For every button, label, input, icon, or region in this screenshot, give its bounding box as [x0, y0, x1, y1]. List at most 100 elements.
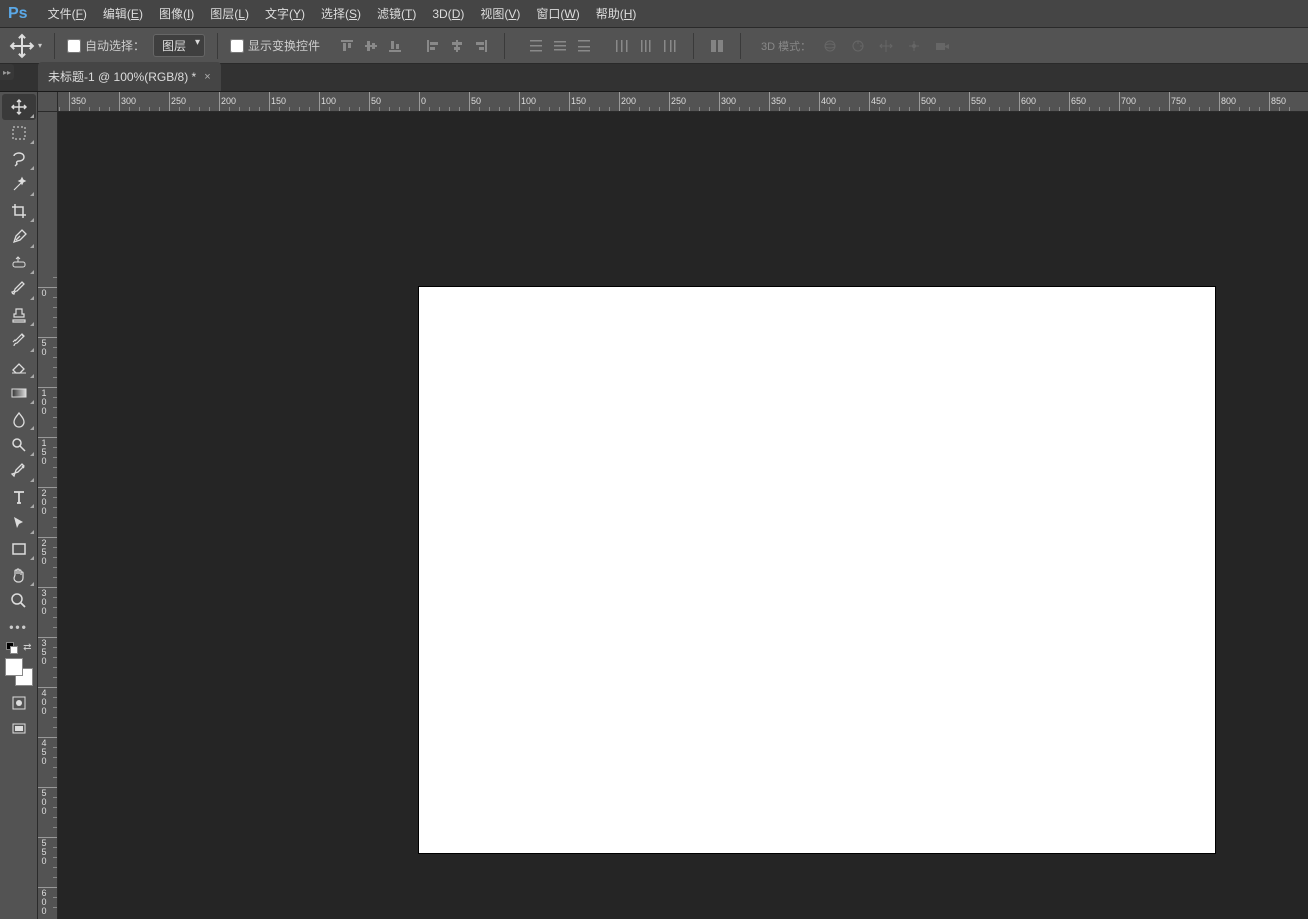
app-logo: Ps [8, 5, 28, 23]
align-vcenter-icon[interactable] [360, 35, 382, 57]
menu-e[interactable]: 编辑(E) [95, 0, 151, 28]
menu-s[interactable]: 选择(S) [313, 0, 369, 28]
threed-slide-icon[interactable] [903, 35, 925, 57]
tool-palette: ••• ⇄ [0, 92, 38, 919]
type-tool[interactable] [2, 484, 36, 510]
crop-tool[interactable] [2, 198, 36, 224]
vruler-label: 4 0 0 [40, 689, 48, 716]
align-top-icon[interactable] [336, 35, 358, 57]
hruler-label: 700 [1121, 96, 1136, 106]
distribute-vertical-group [525, 35, 595, 57]
vruler-label: 1 5 0 [40, 439, 48, 466]
eraser-tool[interactable] [2, 354, 36, 380]
panel-toggle-icon[interactable]: ▸▸ [0, 64, 14, 80]
dodge-tool[interactable] [2, 432, 36, 458]
menu-h[interactable]: 帮助(H) [588, 0, 645, 28]
auto-select-label: 自动选择： [85, 37, 145, 54]
align-hcenter-icon[interactable] [446, 35, 468, 57]
dist-hcenter-icon[interactable] [635, 35, 657, 57]
hruler-label: 350 [71, 96, 86, 106]
separator [54, 33, 55, 59]
menu-w[interactable]: 窗口(W) [528, 0, 587, 28]
hand-tool[interactable] [2, 562, 36, 588]
vruler-label: 2 0 0 [40, 489, 48, 516]
vertical-ruler[interactable]: 05 01 0 01 5 02 0 02 5 03 0 03 5 04 0 04… [38, 112, 58, 919]
hruler-label: 250 [171, 96, 186, 106]
align-vertical-group [336, 35, 406, 57]
canvas-area[interactable] [58, 112, 1308, 919]
current-tool-icon[interactable]: ▾ [8, 32, 42, 60]
rectangle-shape-tool[interactable] [2, 536, 36, 562]
hruler-label: 350 [771, 96, 786, 106]
hruler-label: 50 [371, 96, 381, 106]
align-right-icon[interactable] [470, 35, 492, 57]
hruler-label: 200 [621, 96, 636, 106]
menu-i[interactable]: 图像(I) [151, 0, 202, 28]
magic-wand-tool[interactable] [2, 172, 36, 198]
eyedropper-tool[interactable] [2, 224, 36, 250]
vruler-label: 5 5 0 [40, 839, 48, 866]
brush-tool[interactable] [2, 276, 36, 302]
lasso-tool[interactable] [2, 146, 36, 172]
show-transform-checkbox[interactable]: 显示变换控件 [230, 37, 320, 54]
hruler-label: 100 [321, 96, 336, 106]
dist-right-icon[interactable] [659, 35, 681, 57]
document-tab[interactable]: 未标题-1 @ 100%(RGB/8) * × [38, 62, 221, 91]
quickmask-tool[interactable] [2, 690, 36, 716]
screenmode-tool[interactable] [2, 716, 36, 742]
hruler-label: 300 [721, 96, 736, 106]
threed-mode-label: 3D 模式： [761, 38, 811, 54]
menu-y[interactable]: 文字(Y) [257, 0, 313, 28]
document-tabbar: 未标题-1 @ 100%(RGB/8) * × [0, 64, 1308, 92]
healing-brush-tool[interactable] [2, 250, 36, 276]
default-colors-icon[interactable]: ⇄ [4, 642, 34, 652]
hruler-label: 50 [471, 96, 481, 106]
menubar: Ps 文件(F)编辑(E)图像(I)图层(L)文字(Y)选择(S)滤镜(T)3D… [0, 0, 1308, 28]
vruler-label: 3 5 0 [40, 639, 48, 666]
horizontal-ruler[interactable]: 3503002502001501005005010015020025030035… [38, 92, 1308, 112]
distribute-horizontal-group [611, 35, 681, 57]
move-tool[interactable] [2, 94, 36, 120]
hruler-label: 250 [671, 96, 686, 106]
auto-select-checkbox[interactable]: 自动选择： [67, 37, 145, 54]
ruler-corner [38, 92, 58, 112]
hruler-label: 750 [1171, 96, 1186, 106]
menu-l[interactable]: 图层(L) [202, 0, 257, 28]
dist-vcenter-icon[interactable] [549, 35, 571, 57]
vruler-label: 6 0 0 [40, 889, 48, 916]
blur-tool[interactable] [2, 406, 36, 432]
auto-align-icon[interactable] [706, 35, 728, 57]
zoom-tool[interactable] [2, 588, 36, 614]
document-canvas[interactable] [419, 287, 1215, 853]
history-brush-tool[interactable] [2, 328, 36, 354]
menu-f[interactable]: 文件(F) [40, 0, 95, 28]
vruler-label: 2 5 0 [40, 539, 48, 566]
separator [740, 33, 741, 59]
pen-tool[interactable] [2, 458, 36, 484]
menu-v[interactable]: 视图(V) [472, 0, 528, 28]
foreground-color-swatch[interactable] [5, 658, 23, 676]
menu-d[interactable]: 3D(D) [424, 0, 472, 28]
align-bottom-icon[interactable] [384, 35, 406, 57]
threed-orbit-icon[interactable] [819, 35, 841, 57]
stamp-tool[interactable] [2, 302, 36, 328]
close-icon[interactable]: × [204, 71, 210, 83]
align-horizontal-group [422, 35, 492, 57]
more-tools[interactable]: ••• [2, 614, 36, 640]
hruler-label: 0 [421, 96, 426, 106]
hruler-label: 400 [821, 96, 836, 106]
path-select-tool[interactable] [2, 510, 36, 536]
threed-roll-icon[interactable] [847, 35, 869, 57]
dist-left-icon[interactable] [611, 35, 633, 57]
marquee-tool[interactable] [2, 120, 36, 146]
auto-select-target-dropdown[interactable]: 图层 [153, 34, 205, 57]
gradient-tool[interactable] [2, 380, 36, 406]
hruler-label: 300 [121, 96, 136, 106]
align-left-icon[interactable] [422, 35, 444, 57]
dist-bottom-icon[interactable] [573, 35, 595, 57]
dist-top-icon[interactable] [525, 35, 547, 57]
menu-t[interactable]: 滤镜(T) [369, 0, 424, 28]
threed-pan-icon[interactable] [875, 35, 897, 57]
color-swatch[interactable] [5, 658, 33, 686]
threed-camera-icon[interactable] [931, 35, 953, 57]
